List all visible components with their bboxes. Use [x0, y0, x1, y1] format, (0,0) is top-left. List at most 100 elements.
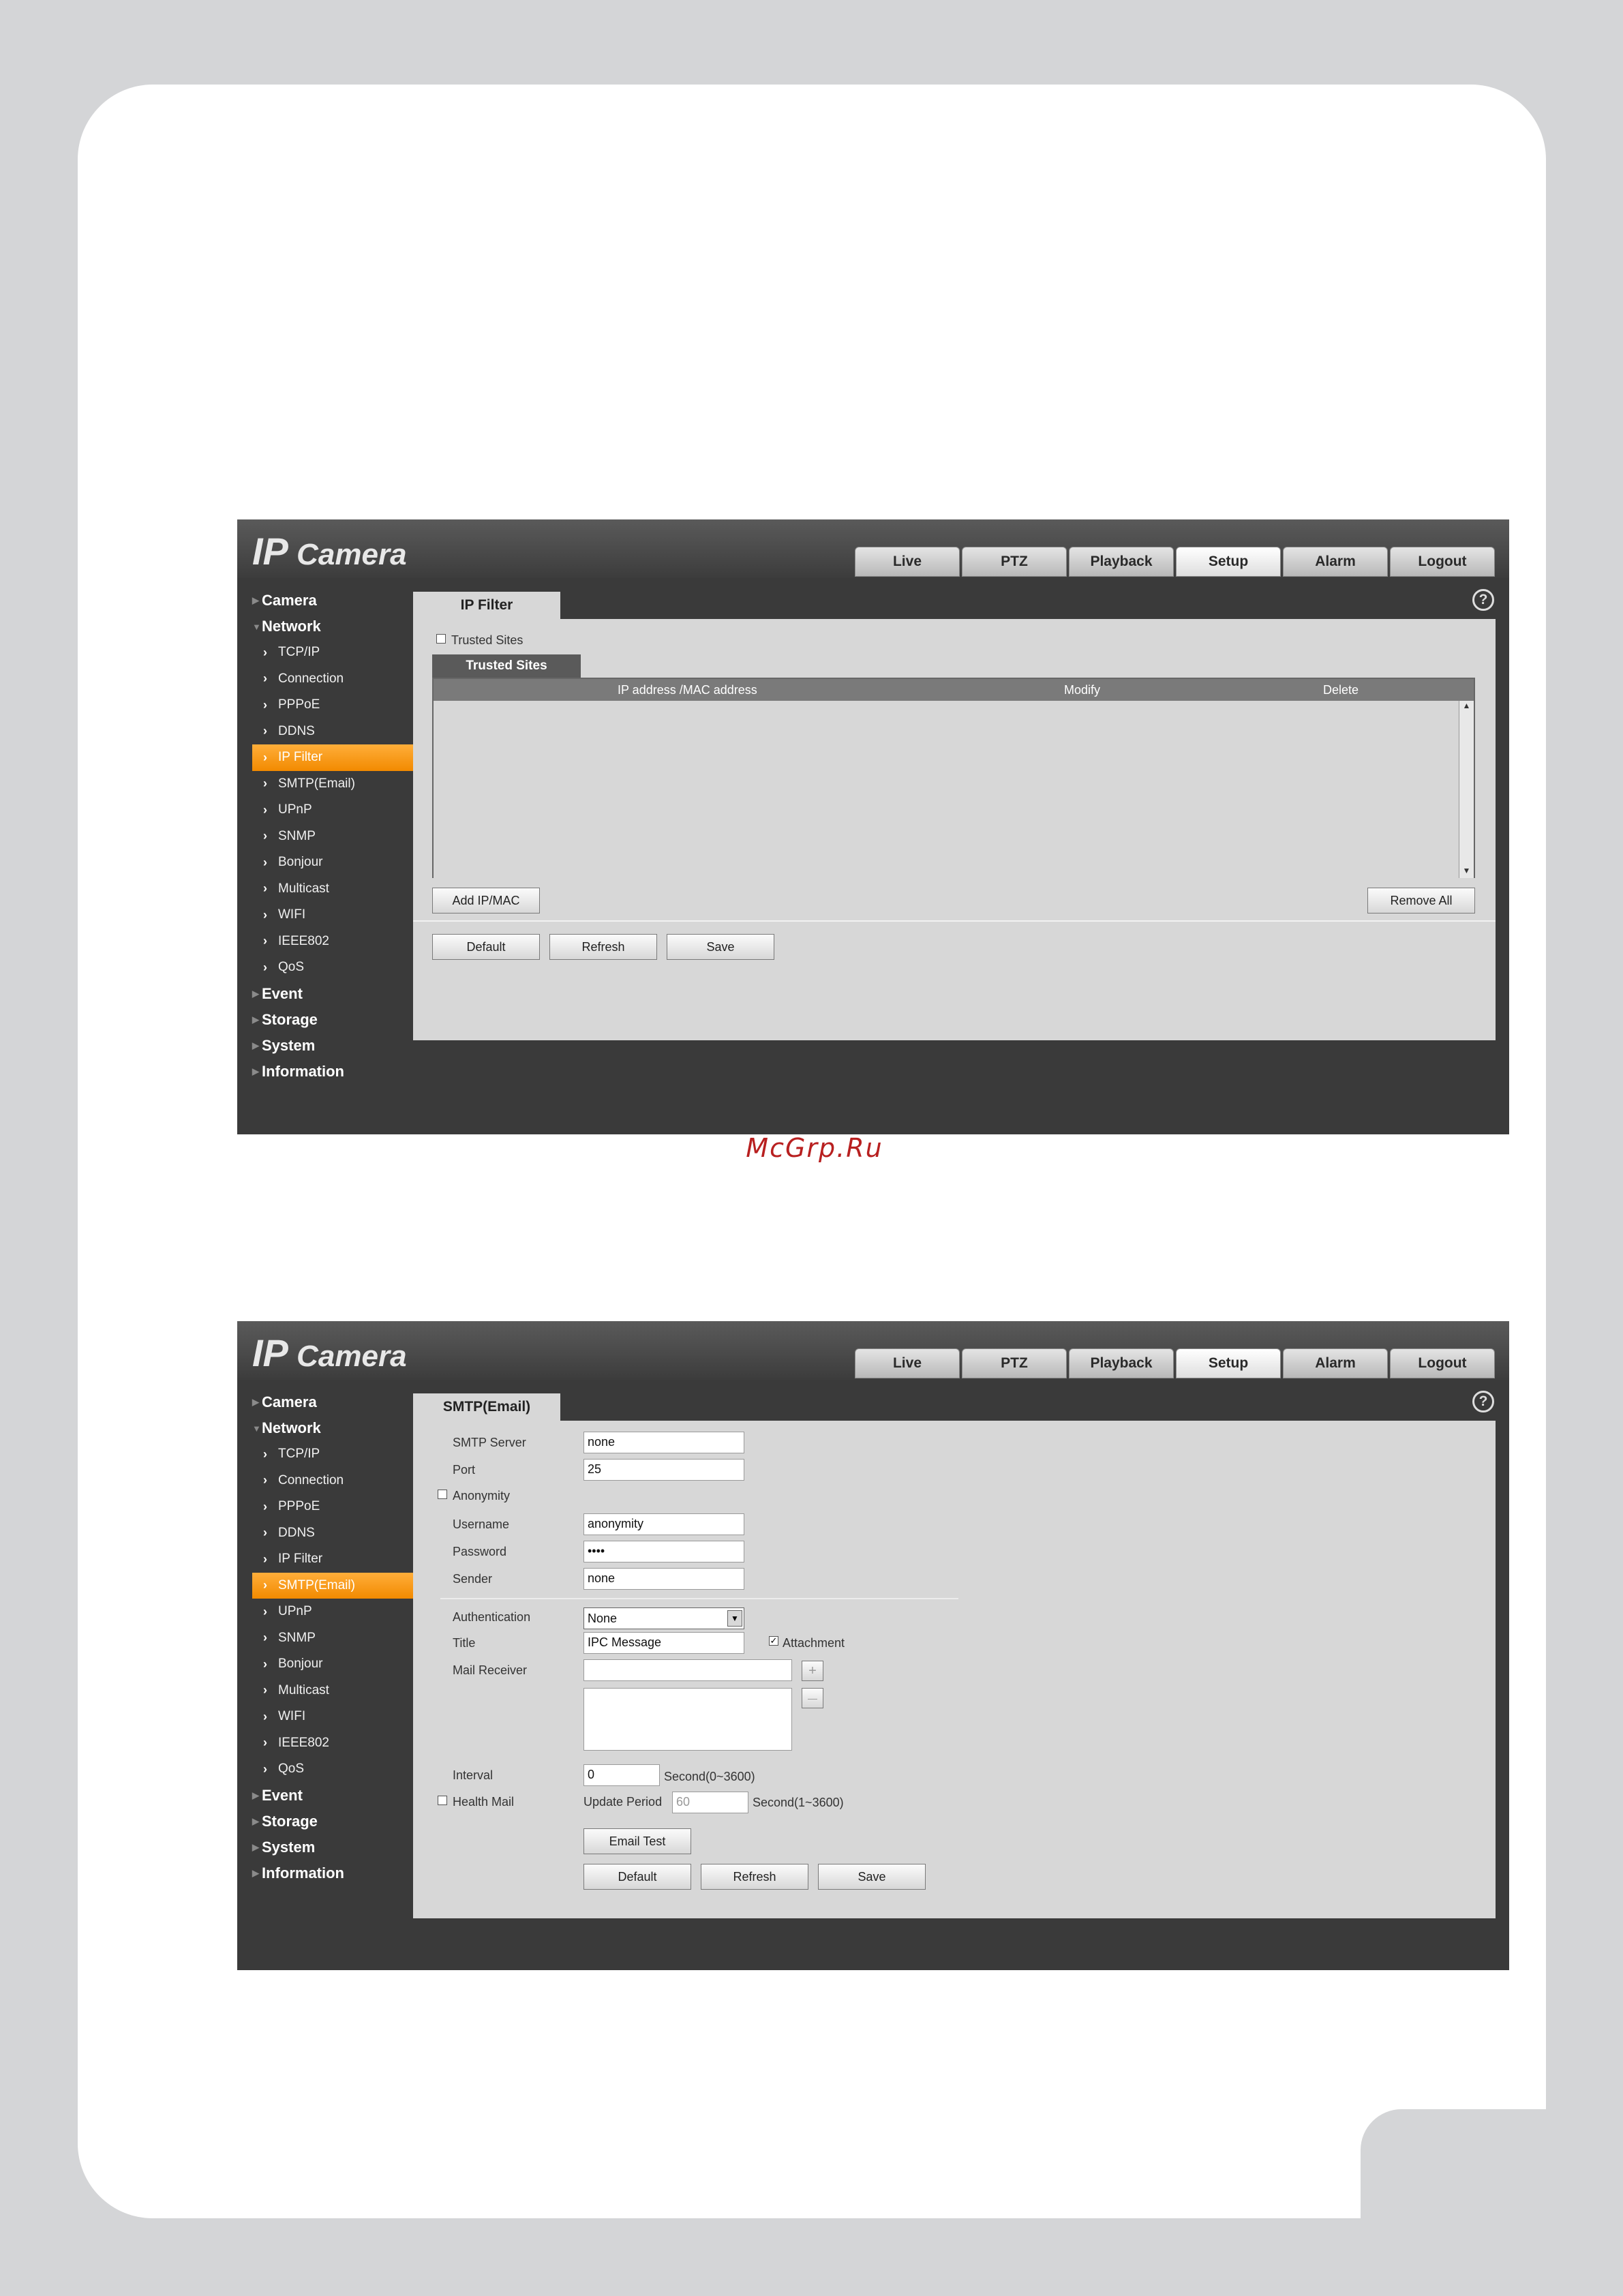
sidebar-item-upnp[interactable]: › UPnP — [237, 1599, 413, 1625]
sidebar-item-snmp[interactable]: › SNMP — [237, 1625, 413, 1652]
collapsed-arrow-icon: ▶ — [252, 595, 259, 605]
trusted-sites-checkbox[interactable] — [436, 634, 446, 644]
chevron-down-icon[interactable]: ▼ — [727, 1610, 742, 1627]
chevron-right-icon: › — [263, 671, 267, 686]
sidebar-item-event[interactable]: ▶ Event — [237, 981, 413, 1007]
tab-playback[interactable]: Playback — [1069, 547, 1174, 577]
sidebar-item-qos[interactable]: › QoS — [237, 954, 413, 981]
tab-logout[interactable]: Logout — [1390, 547, 1495, 577]
chevron-right-icon: › — [263, 776, 267, 791]
port-label: Port — [453, 1463, 476, 1477]
interval-input[interactable]: 0 — [583, 1764, 660, 1786]
chevron-right-icon: › — [263, 1473, 267, 1487]
interval-unit: Second(0~3600) — [664, 1770, 755, 1783]
sidebar-item-snmp[interactable]: › SNMP — [237, 824, 413, 850]
column-header-delete: Delete — [1323, 683, 1359, 697]
sidebar-item-smtp[interactable]: › SMTP(Email) — [252, 1572, 413, 1599]
chevron-right-icon: › — [263, 1578, 267, 1592]
email-test-button[interactable]: Email Test — [583, 1828, 691, 1854]
collapsed-arrow-icon: ▶ — [252, 1397, 259, 1407]
sidebar-item-information[interactable]: ▶ Information — [237, 1059, 413, 1085]
port-input[interactable]: 25 — [583, 1459, 744, 1481]
trusted-sites-table: IP address /MAC address Modify Delete ▲ … — [432, 678, 1475, 882]
sidebar-item-network[interactable]: ▼ Network — [237, 1415, 413, 1441]
username-input[interactable]: anonymity — [583, 1513, 744, 1535]
save-button[interactable]: Save — [818, 1864, 926, 1890]
help-icon[interactable]: ? — [1472, 1391, 1494, 1413]
refresh-button[interactable]: Refresh — [549, 934, 657, 960]
ip-filter-panel: Trusted Sites Trusted Sites IP address /… — [413, 619, 1496, 882]
collapsed-arrow-icon: ▶ — [252, 1867, 259, 1878]
tab-ptz[interactable]: PTZ — [962, 1348, 1067, 1378]
sidebar-item-connection[interactable]: › Connection — [237, 666, 413, 693]
sidebar-item-bonjour[interactable]: › Bonjour — [237, 849, 413, 876]
sidebar-item-ip-filter[interactable]: › IP Filter — [237, 1546, 413, 1573]
refresh-button[interactable]: Refresh — [701, 1864, 808, 1890]
save-button[interactable]: Save — [667, 934, 774, 960]
authentication-select[interactable]: None ▼ — [583, 1607, 744, 1629]
help-icon[interactable]: ? — [1472, 589, 1494, 611]
sidebar-item-storage[interactable]: ▶ Storage — [237, 1809, 413, 1834]
add-ip-mac-button[interactable]: Add IP/MAC — [432, 888, 540, 913]
tab-logout[interactable]: Logout — [1390, 1348, 1495, 1378]
sidebar-item-system[interactable]: ▶ System — [237, 1033, 413, 1059]
tab-alarm[interactable]: Alarm — [1283, 547, 1388, 577]
add-receiver-button[interactable]: + — [802, 1661, 823, 1681]
sidebar-item-event[interactable]: ▶ Event — [237, 1783, 413, 1809]
sidebar-item-storage[interactable]: ▶ Storage — [237, 1007, 413, 1033]
sidebar-item-smtp[interactable]: › SMTP(Email) — [237, 771, 413, 798]
sidebar-item-tcpip[interactable]: › TCP/IP — [237, 1441, 413, 1468]
tab-setup[interactable]: Setup — [1176, 547, 1281, 577]
mail-receiver-list[interactable] — [583, 1688, 792, 1751]
password-input[interactable]: •••• — [583, 1541, 744, 1562]
attachment-checkbox[interactable]: ✓ — [769, 1636, 778, 1646]
smtp-server-label: SMTP Server — [453, 1436, 526, 1449]
sidebar-item-connection[interactable]: › Connection — [237, 1468, 413, 1494]
tab-live[interactable]: Live — [855, 1348, 960, 1378]
sidebar-item-ieee802[interactable]: › IEEE802 — [237, 928, 413, 955]
title-input[interactable]: IPC Message — [583, 1632, 744, 1654]
remove-all-button[interactable]: Remove All — [1367, 888, 1475, 913]
authentication-selected-value: None — [588, 1612, 618, 1625]
sidebar-item-system[interactable]: ▶ System — [237, 1834, 413, 1860]
sender-input[interactable]: none — [583, 1568, 744, 1590]
sidebar-item-network[interactable]: ▼ Network — [237, 614, 413, 639]
chevron-right-icon: › — [263, 1709, 267, 1723]
tab-ptz[interactable]: PTZ — [962, 547, 1067, 577]
update-period-input[interactable]: 60 — [672, 1792, 748, 1813]
sidebar-item-ieee802[interactable]: › IEEE802 — [237, 1730, 413, 1757]
sidebar-item-pppoe[interactable]: › PPPoE — [237, 1494, 413, 1520]
sidebar-item-ip-filter[interactable]: › IP Filter — [252, 744, 413, 771]
sidebar-item-qos[interactable]: › QoS — [237, 1756, 413, 1783]
sidebar-item-tcpip[interactable]: › TCP/IP — [237, 639, 413, 666]
tab-live[interactable]: Live — [855, 547, 960, 577]
anonymity-checkbox[interactable] — [438, 1490, 447, 1499]
sidebar-item-camera[interactable]: ▶ Camera — [237, 1389, 413, 1415]
top-bar: IP Camera Live PTZ Playback Setup Alarm … — [237, 1321, 1509, 1380]
sidebar-item-ddns[interactable]: › DDNS — [237, 1520, 413, 1547]
chevron-right-icon: › — [263, 750, 267, 764]
remove-receiver-button[interactable]: — — [802, 1688, 823, 1708]
tab-setup[interactable]: Setup — [1176, 1348, 1281, 1378]
sidebar-item-ddns[interactable]: › DDNS — [237, 719, 413, 745]
scroll-up-arrow-icon[interactable]: ▲ — [1459, 701, 1474, 716]
tab-playback[interactable]: Playback — [1069, 1348, 1174, 1378]
sidebar-item-multicast[interactable]: › Multicast — [237, 876, 413, 903]
watermark: McGrp.Ru — [746, 1133, 883, 1163]
sidebar-item-bonjour[interactable]: › Bonjour — [237, 1651, 413, 1678]
sidebar-item-upnp[interactable]: › UPnP — [237, 797, 413, 824]
sidebar-item-pppoe[interactable]: › PPPoE — [237, 692, 413, 719]
tab-alarm[interactable]: Alarm — [1283, 1348, 1388, 1378]
sidebar-item-wifi[interactable]: › WIFI — [237, 902, 413, 928]
sub-tab-trusted-sites[interactable]: Trusted Sites — [432, 654, 581, 678]
health-mail-checkbox[interactable] — [438, 1796, 447, 1805]
sidebar-item-information[interactable]: ▶ Information — [237, 1860, 413, 1886]
default-button[interactable]: Default — [583, 1864, 691, 1890]
sidebar-item-multicast[interactable]: › Multicast — [237, 1678, 413, 1704]
table-scrollbar[interactable]: ▲ ▼ — [1459, 701, 1474, 881]
sidebar-item-camera[interactable]: ▶ Camera — [237, 588, 413, 614]
sidebar-item-wifi[interactable]: › WIFI — [237, 1704, 413, 1730]
default-button[interactable]: Default — [432, 934, 540, 960]
smtp-server-input[interactable]: none — [583, 1432, 744, 1453]
mail-receiver-input[interactable] — [583, 1659, 792, 1681]
